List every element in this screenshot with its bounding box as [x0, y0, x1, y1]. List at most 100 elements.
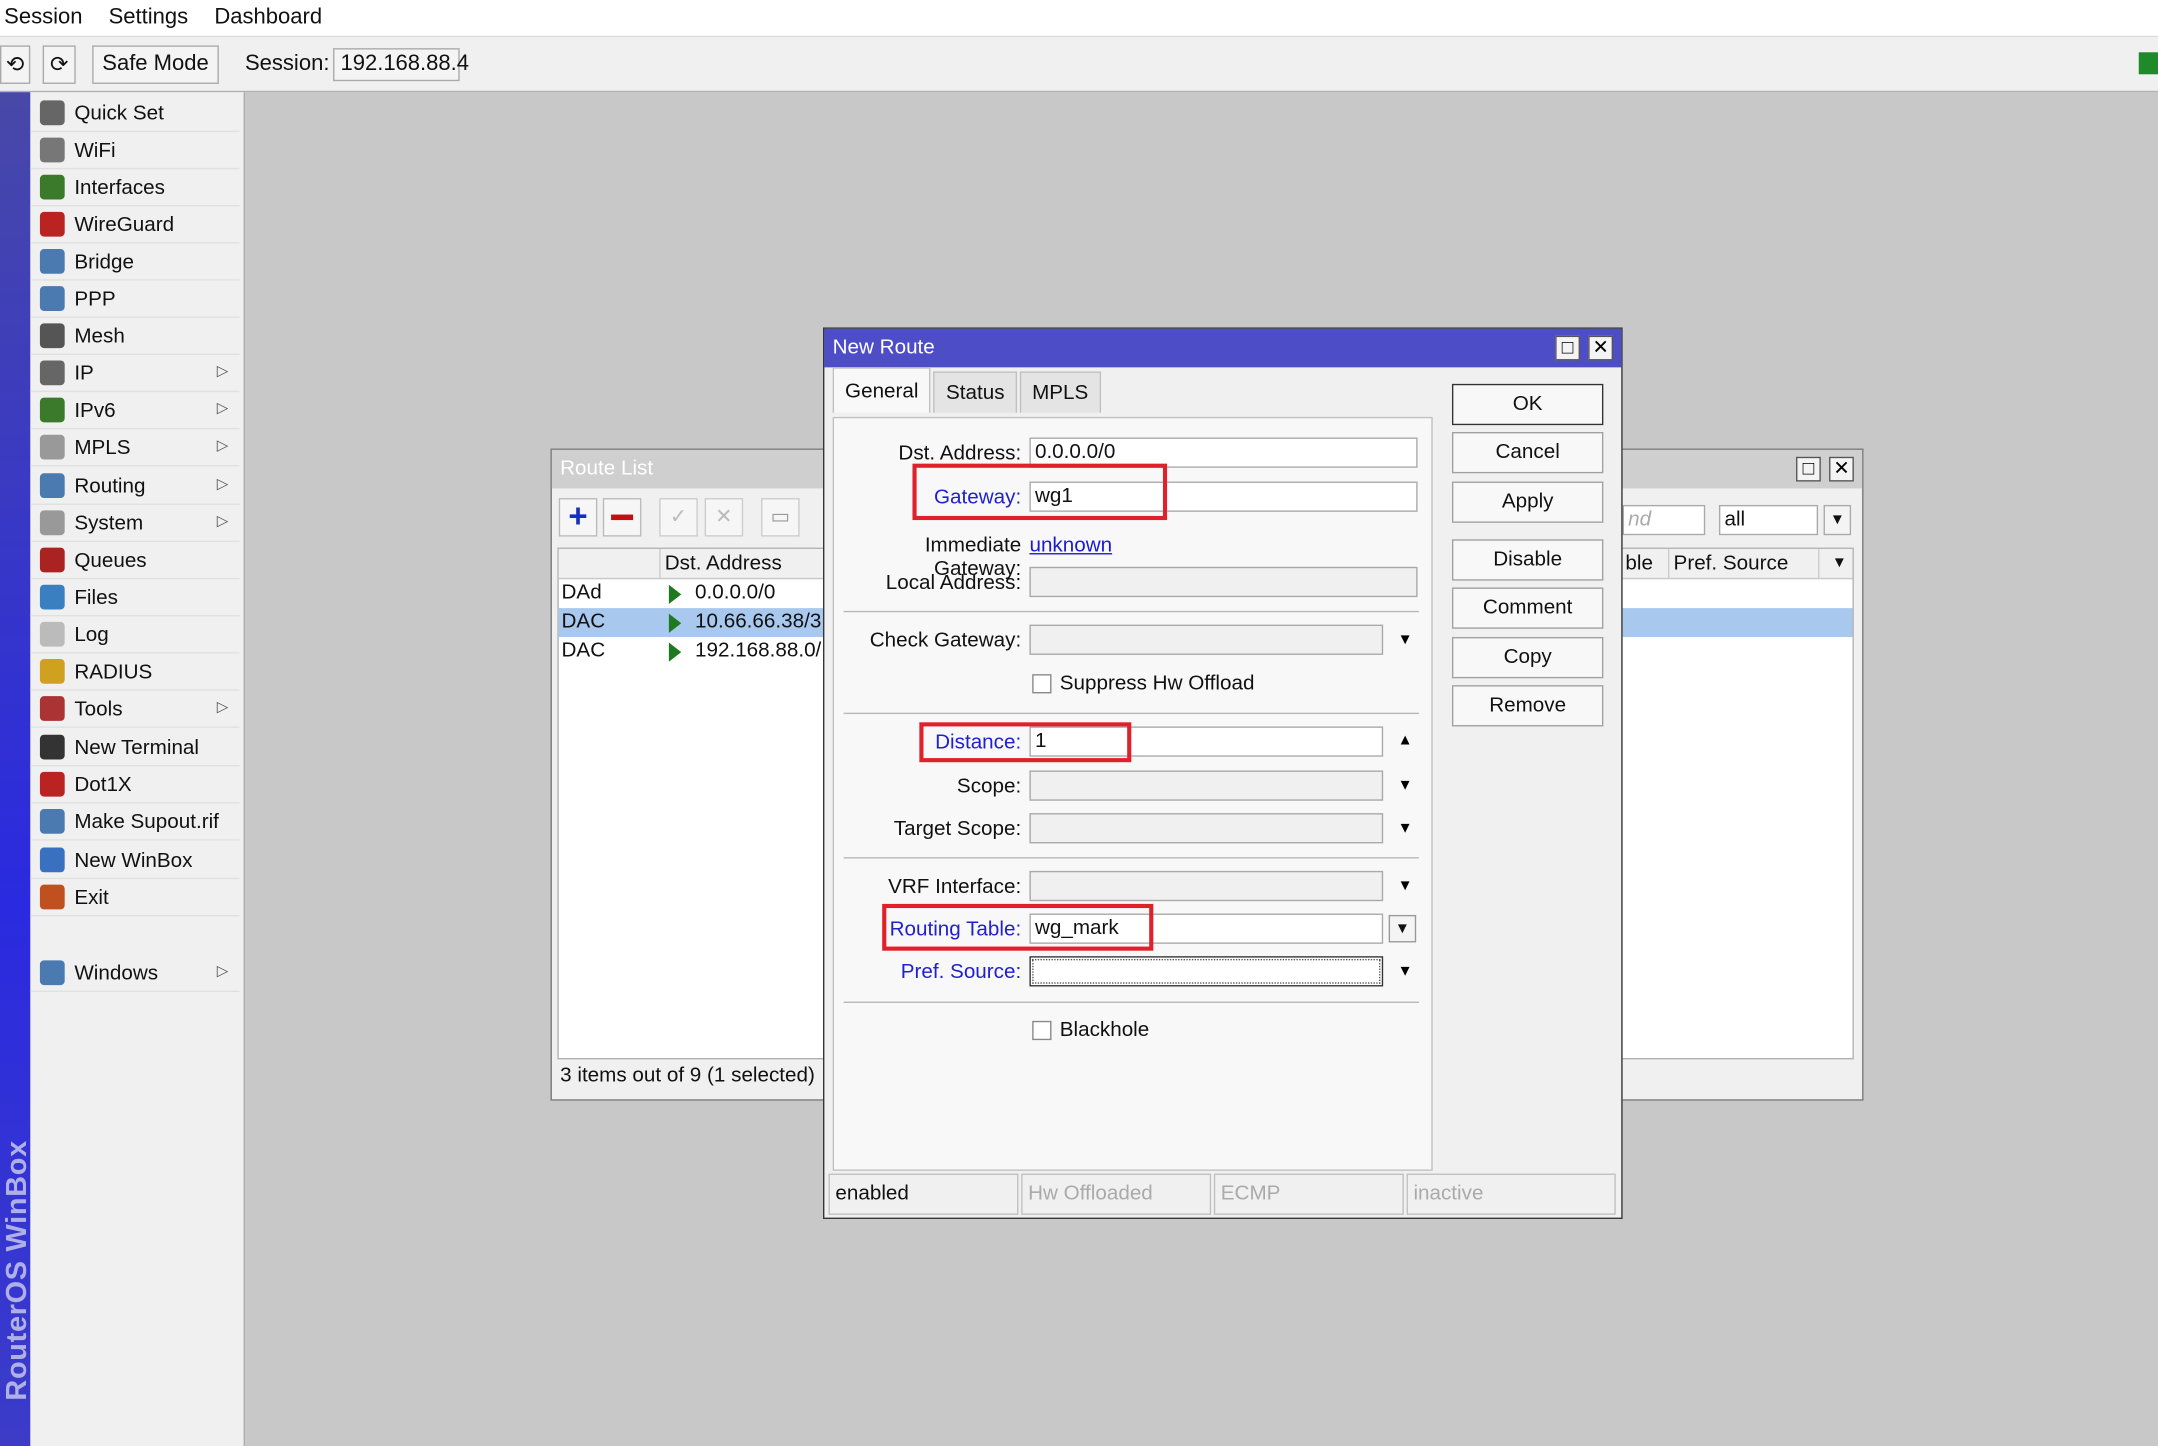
- remove-button[interactable]: Remove: [1451, 685, 1604, 727]
- sidebar-item-quick-set[interactable]: Quick Set: [30, 95, 240, 133]
- sidebar-item-mpls[interactable]: MPLS ▷: [30, 429, 240, 467]
- tab-status[interactable]: Status: [933, 371, 1017, 413]
- divider: [843, 1001, 1419, 1003]
- sidebar-item-exit[interactable]: Exit: [30, 879, 240, 917]
- sidebar-item-tools[interactable]: Tools ▷: [30, 691, 240, 728]
- undo-icon[interactable]: ⟲: [0, 44, 31, 84]
- row-dst-address: 0.0.0.0/0: [695, 580, 776, 604]
- new-route-titlebar[interactable]: New Route □ ✕: [824, 328, 1622, 368]
- disable-icon[interactable]: ✕: [704, 498, 744, 537]
- close-icon[interactable]: ✕: [1588, 335, 1614, 361]
- check-gateway-dropdown-icon[interactable]: ▼: [1397, 632, 1414, 649]
- sidebar-item-files[interactable]: Files: [30, 579, 240, 617]
- menu-settings[interactable]: Settings: [104, 6, 201, 31]
- maximize-icon[interactable]: □: [1555, 335, 1580, 361]
- ok-button[interactable]: OK: [1451, 383, 1604, 426]
- vrf-interface-dropdown-icon[interactable]: ▼: [1397, 878, 1414, 895]
- wifi-icon: [39, 137, 65, 163]
- maximize-icon[interactable]: □: [1796, 456, 1821, 482]
- scope-field[interactable]: [1029, 770, 1384, 801]
- submenu-arrow-icon: ▷: [216, 400, 229, 417]
- new-route-title: New Route: [832, 335, 935, 360]
- tab-mpls[interactable]: MPLS: [1019, 371, 1101, 413]
- vrf-interface-field[interactable]: [1029, 870, 1384, 902]
- enable-icon[interactable]: ✓: [659, 498, 698, 537]
- col-pref-source[interactable]: Pref. Source: [1674, 552, 1789, 575]
- divider: [843, 610, 1419, 613]
- disable-button[interactable]: Disable: [1451, 539, 1604, 581]
- menu-dashboard[interactable]: Dashboard: [210, 6, 336, 31]
- ip-icon: [39, 360, 65, 386]
- safe-mode-button[interactable]: Safe Mode: [92, 44, 219, 84]
- sidebar-item-label: RADIUS: [74, 659, 153, 684]
- sidebar-item-routing[interactable]: Routing ▷: [30, 468, 240, 505]
- col-routing-table[interactable]: ble: [1625, 552, 1653, 575]
- sidebar-item-label: Dot1X: [74, 772, 132, 796]
- pref-source-field[interactable]: [1029, 956, 1384, 987]
- sidebar-item-wifi[interactable]: WiFi: [30, 132, 240, 170]
- cancel-button[interactable]: Cancel: [1451, 432, 1604, 474]
- sidebar-item-label: New Terminal: [74, 735, 200, 759]
- sidebar-item-label: MPLS: [74, 435, 131, 459]
- comment-icon[interactable]: ▭: [761, 498, 800, 537]
- copy-button[interactable]: Copy: [1451, 637, 1604, 679]
- menu-session[interactable]: Session: [0, 6, 96, 31]
- check-gateway-field[interactable]: [1029, 624, 1384, 655]
- sidebar-item-make-supout-rif[interactable]: Make Supout.rif: [30, 803, 240, 841]
- sidebar-item-bridge[interactable]: Bridge: [30, 244, 240, 281]
- check-gateway-label: Check Gateway:: [869, 628, 1022, 653]
- comment-button[interactable]: Comment: [1451, 587, 1604, 629]
- add-route-icon[interactable]: +: [558, 498, 598, 537]
- sidebar-item-label: PPP: [74, 286, 116, 311]
- sidebar-item-log[interactable]: Log: [30, 616, 240, 654]
- routing-icon: [39, 473, 65, 499]
- close-icon[interactable]: ✕: [1829, 456, 1854, 482]
- target-scope-dropdown-icon[interactable]: ▼: [1397, 820, 1414, 837]
- route-active-icon: [668, 613, 682, 633]
- sidebar: RouterOS WinBox Quick Set WiFi Interfaces W…: [0, 92, 245, 1446]
- sidebar-item-new-winbox[interactable]: New WinBox: [30, 842, 240, 880]
- sidebar-item-windows[interactable]: Windows ▷: [30, 955, 240, 992]
- suppress-hw-offload-checkbox[interactable]: [1032, 674, 1052, 694]
- sidebar-item-queues[interactable]: Queues: [30, 542, 240, 580]
- pref-source-dropdown-icon[interactable]: ▼: [1397, 963, 1414, 980]
- session-field[interactable]: 192.168.88.4: [333, 47, 469, 81]
- sidebar-item-new-terminal[interactable]: New Terminal: [30, 729, 240, 767]
- sidebar-item-mesh[interactable]: Mesh: [30, 318, 240, 355]
- sidebar-item-radius[interactable]: RADIUS: [30, 654, 240, 691]
- mesh-icon: [39, 323, 65, 349]
- filter-dropdown-icon[interactable]: ▼: [1823, 504, 1852, 536]
- distance-up-icon[interactable]: ▲: [1397, 732, 1414, 749]
- sidebar-item-label: Quick Set: [74, 101, 164, 125]
- local-address-field[interactable]: [1029, 566, 1418, 598]
- redo-icon[interactable]: ⟳: [42, 44, 76, 84]
- remove-route-icon[interactable]: [602, 498, 642, 537]
- sidebar-item-ipv6[interactable]: IPv6 ▷: [30, 392, 240, 430]
- columns-dropdown-icon[interactable]: ▼: [1832, 554, 1847, 571]
- filter-select[interactable]: all: [1718, 504, 1819, 536]
- tab-general[interactable]: General: [832, 367, 931, 413]
- target-scope-field[interactable]: [1029, 813, 1384, 844]
- submenu-arrow-icon: ▷: [216, 363, 229, 380]
- immediate-gateway-link[interactable]: unknown: [1029, 534, 1112, 557]
- sidebar-item-label: WiFi: [74, 138, 116, 162]
- sidebar-item-label: Exit: [74, 885, 109, 909]
- find-field[interactable]: nd: [1622, 504, 1706, 536]
- radius-icon: [39, 659, 65, 684]
- submenu-arrow-icon: ▷: [216, 963, 229, 980]
- blackhole-checkbox[interactable]: [1032, 1020, 1052, 1041]
- dot1x-icon: [39, 771, 65, 797]
- sidebar-item-dot1x[interactable]: Dot1X: [30, 766, 240, 804]
- col-dst-address[interactable]: Dst. Address: [665, 552, 782, 575]
- sidebar-item-interfaces[interactable]: Interfaces: [30, 169, 240, 207]
- routing-table-dropdown-icon[interactable]: ▼: [1388, 914, 1417, 943]
- sidebar-item-wireguard[interactable]: WireGuard: [30, 206, 240, 244]
- sidebar-item-ip[interactable]: IP ▷: [30, 355, 240, 393]
- divider: [843, 857, 1419, 859]
- sidebar-item-system[interactable]: System ▷: [30, 505, 240, 543]
- suppress-hw-offload-label: Suppress Hw Offload: [1059, 671, 1255, 695]
- route-list-footer: 3 items out of 9 (1 selected): [560, 1063, 815, 1087]
- sidebar-item-ppp[interactable]: PPP: [30, 281, 240, 318]
- apply-button[interactable]: Apply: [1451, 481, 1604, 523]
- scope-dropdown-icon[interactable]: ▼: [1397, 777, 1414, 794]
